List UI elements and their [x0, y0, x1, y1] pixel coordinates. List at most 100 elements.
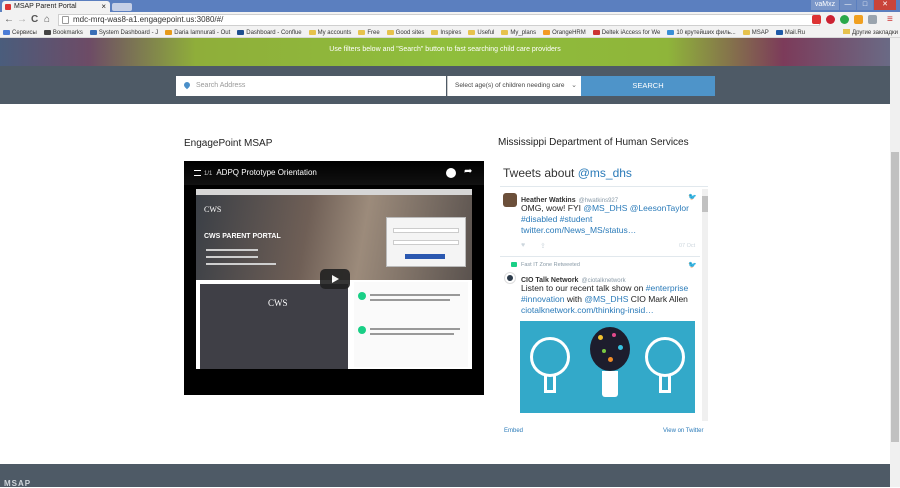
bookmark-item[interactable]: OrangeHRM	[543, 30, 586, 36]
bookmark-item[interactable]: Inspires	[431, 30, 461, 36]
avatar[interactable]	[504, 272, 516, 284]
video-frame-signin-button	[405, 254, 445, 259]
bookmark-item[interactable]: Useful	[468, 30, 494, 36]
tab-close-icon[interactable]: ×	[101, 1, 106, 12]
tweet-hashtag-link[interactable]: #disabled	[521, 214, 557, 224]
folder-icon	[431, 30, 439, 35]
lightbulb-left-stem	[544, 375, 556, 393]
video-frame-tweet-avatar	[358, 326, 366, 334]
bookmark-item[interactable]: My_plans	[501, 30, 536, 36]
retweet-context[interactable]: Fast IT Zone Retweeted	[521, 262, 580, 268]
apps-grid-icon	[3, 30, 10, 35]
mail-icon	[775, 30, 783, 35]
other-bookmarks[interactable]: Другие закладки	[841, 28, 898, 37]
page-scroll-thumb[interactable]	[891, 152, 899, 442]
timeline-scroll-thumb[interactable]	[702, 196, 708, 212]
video-frame-nested-video: CWS	[200, 284, 348, 369]
forward-arrow-icon[interactable]: →	[17, 14, 27, 26]
address-bar[interactable]: mdc-mrq-was8-a1.engagepoint.us:3080/#/	[58, 14, 820, 26]
outlook-icon	[165, 30, 173, 35]
address-placeholder: Search Address	[196, 82, 246, 89]
twitter-handle-link[interactable]: @ms_dhs	[578, 166, 632, 180]
tweet-hashtag-link[interactable]: #innovation	[521, 294, 564, 304]
bookmark-item[interactable]: Mail.Ru	[775, 30, 805, 36]
lightbulb-right-stem	[659, 375, 671, 393]
bookmark-label: 10 крутейших филь...	[676, 29, 736, 36]
tweet-url-link[interactable]: twitter.com/News_MS/status…	[521, 225, 636, 235]
retweet-icon	[511, 262, 517, 267]
tweet-text: Listen to our recent talk show on	[521, 283, 646, 293]
back-arrow-icon[interactable]: ←	[4, 14, 14, 26]
extension-orange-icon[interactable]	[854, 15, 863, 24]
bookmark-item[interactable]: Free	[358, 30, 380, 36]
lightbulb-right-icon	[645, 337, 685, 377]
home-icon[interactable]: ⌂	[44, 14, 50, 26]
video-player[interactable]: 1/1 ADPQ Prototype Orientation ➦ CWS CWS …	[184, 161, 484, 395]
folder-icon	[843, 29, 851, 34]
browser-tab[interactable]: MSAP Parent Portal ×	[2, 1, 110, 12]
tweet-date[interactable]: 07 Oct	[679, 243, 695, 249]
address-search-input[interactable]: Search Address	[176, 76, 446, 96]
folder-icon	[386, 30, 394, 35]
search-button[interactable]: SEARCH	[581, 76, 715, 96]
page-footer	[0, 464, 890, 487]
tweet-url-link[interactable]: ciotalknetwork.com/thinking-insid…	[521, 305, 654, 315]
age-select-value: Select age(s) of children needing care	[455, 82, 565, 89]
chrome-menu-icon[interactable]: ≡	[887, 14, 893, 26]
close-window-button[interactable]: ✕	[874, 0, 896, 10]
timeline-scrollbar[interactable]	[702, 189, 708, 421]
tweet-mention-link[interactable]: @MS_DHS	[584, 294, 628, 304]
bookmark-item[interactable]: System Dashboard - J	[89, 30, 158, 36]
bookmark-item[interactable]: Сервисы	[3, 30, 37, 36]
extension-opera-icon[interactable]	[812, 15, 821, 24]
extension-green-icon[interactable]	[840, 15, 849, 24]
tab-favicon-icon	[5, 4, 11, 10]
bookmark-item[interactable]: Dashboard - Conflue	[237, 29, 302, 36]
minimize-button[interactable]: —	[840, 0, 856, 10]
maximize-button[interactable]: □	[857, 0, 873, 10]
video-frame-tweets	[354, 282, 468, 367]
bookmark-item[interactable]: MSAP	[742, 30, 769, 36]
like-heart-icon[interactable]: ♥	[521, 242, 525, 249]
bookmark-item[interactable]: Daria Iamnurati - Out	[165, 30, 230, 36]
bookmark-item[interactable]: Bookmarks	[43, 30, 83, 36]
bookmark-label: Deltek iAccess for We	[601, 29, 661, 36]
folder-icon	[308, 30, 316, 35]
share-icon[interactable]: ➦	[464, 166, 472, 177]
bookmark-item[interactable]: Deltek iAccess for We	[592, 29, 661, 36]
tweet-hashtag-link[interactable]: #enterprise	[646, 283, 689, 293]
star-icon	[43, 30, 51, 35]
play-button[interactable]	[320, 269, 350, 289]
video-frame-hero: CWS CWS PARENT PORTAL	[196, 195, 472, 280]
view-on-twitter-link[interactable]: View on Twitter	[663, 428, 703, 434]
folder-icon	[742, 30, 750, 35]
bookmark-label: My_plans	[510, 29, 537, 36]
embed-link[interactable]: Embed	[504, 428, 523, 434]
tweet-media-image[interactable]	[520, 321, 695, 413]
new-tab-button[interactable]	[112, 3, 132, 11]
bookmark-item[interactable]: My accounts	[308, 29, 352, 36]
twitter-bird-icon: 🐦	[688, 262, 697, 269]
tweet-hashtag-link[interactable]: #student	[560, 214, 593, 224]
share-tweet-icon[interactable]: ⇪	[540, 242, 546, 250]
tweet-mention-link[interactable]: @MS_DHS	[583, 203, 627, 213]
avatar[interactable]	[503, 193, 517, 207]
tweet-body: OMG, wow! FYI @MS_DHS @LeesonTaylor #dis…	[521, 203, 701, 236]
page-info-icon[interactable]	[62, 16, 69, 24]
bookmark-item[interactable]: 10 крутейших филь...	[667, 29, 736, 36]
video-title[interactable]: ADPQ Prototype Orientation	[216, 168, 317, 177]
extension-gray-icon[interactable]	[868, 15, 877, 24]
tab-title: MSAP Parent Portal	[14, 3, 77, 10]
age-select[interactable]: Select age(s) of children needing care ⌄	[447, 76, 581, 96]
bookmark-label: My accounts	[317, 29, 352, 36]
reload-icon[interactable]: C	[31, 14, 38, 26]
playlist-icon[interactable]	[194, 169, 201, 176]
watch-later-icon[interactable]	[446, 168, 456, 178]
video-frame-tweet-line	[370, 299, 450, 301]
bookmark-label: Dashboard - Conflue	[246, 29, 302, 36]
bookmark-item[interactable]: Good sites	[386, 30, 424, 36]
location-pin-icon	[182, 80, 192, 90]
tweet-mention-link[interactable]: @LeesonTaylor	[630, 203, 689, 213]
extension-lastpass-icon[interactable]	[826, 15, 835, 24]
idea-dot	[598, 335, 603, 340]
